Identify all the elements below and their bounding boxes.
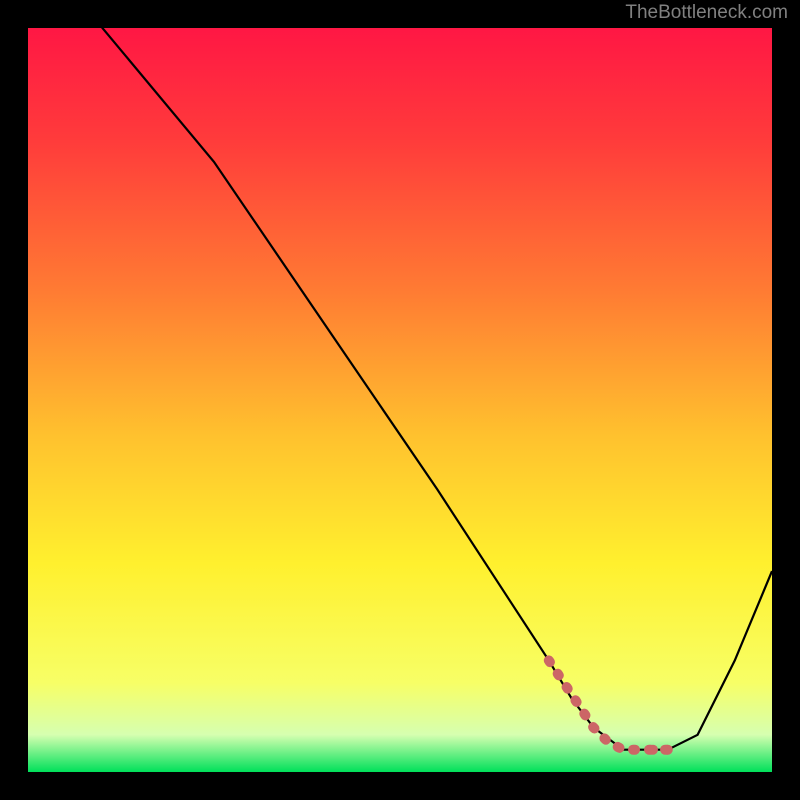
chart-background <box>28 28 772 772</box>
watermark-text: TheBottleneck.com <box>625 2 788 24</box>
chart-svg <box>28 28 772 772</box>
chart-plot-area <box>28 28 772 772</box>
